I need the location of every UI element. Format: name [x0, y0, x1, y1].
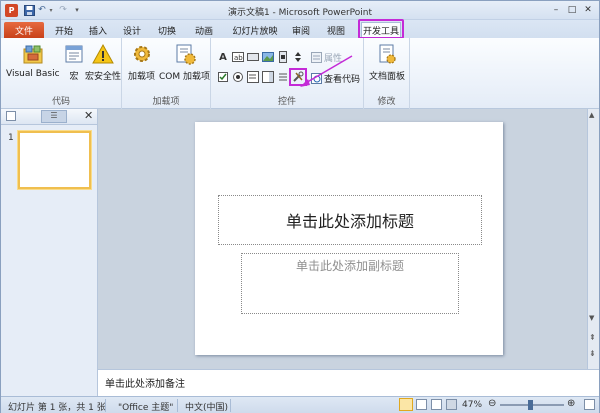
slide-number: 1 — [8, 133, 14, 143]
scroll-down-icon[interactable]: ▼ — [589, 314, 594, 322]
group-controls-label: 控件 — [277, 97, 296, 107]
group-addins-label: 加载项 — [152, 97, 180, 107]
scroll-up-icon[interactable]: ▲ — [589, 111, 594, 119]
zoom-level[interactable]: 47% — [462, 400, 482, 410]
tab-file[interactable]: 文件 — [4, 22, 44, 38]
status-separator — [105, 399, 106, 412]
tab-animations[interactable]: 动画 — [189, 22, 219, 38]
previous-slide-icon[interactable]: ⇞ — [589, 333, 596, 342]
fit-to-window-icon[interactable] — [584, 399, 595, 410]
subtitle-placeholder[interactable]: 单击此处添加副标题 — [241, 253, 459, 314]
title-bar: P ↶ ▾ ↷ ▾ 演示文稿1 - Microsoft PowerPoint –… — [1, 1, 599, 20]
zoom-slider-thumb[interactable] — [528, 400, 533, 410]
group-code-label: 代码 — [51, 97, 70, 107]
slide-thumbnail[interactable] — [18, 131, 91, 189]
maximize-icon[interactable]: □ — [565, 4, 579, 16]
slide-editor: 单击此处添加标题 单击此处添加副标题 ▲ ▼ ⇞ ⇟ — [98, 109, 599, 369]
reading-view-icon[interactable] — [431, 399, 442, 410]
status-separator — [230, 399, 231, 412]
warning-icon — [91, 42, 115, 66]
visual-basic-label: Visual Basic — [6, 69, 60, 79]
slides-pane-header: ☰ ✕ — [1, 109, 97, 125]
document-panel-icon — [375, 42, 399, 66]
notes-placeholder: 单击此处添加备注 — [105, 379, 185, 390]
toggle-control-icon[interactable] — [277, 71, 289, 83]
scrollbar-control-icon[interactable] — [277, 51, 289, 63]
group-modify: 文档面板 修改 — [364, 38, 410, 109]
tab-view[interactable]: 视图 — [322, 22, 350, 38]
status-bar: 幻灯片 第 1 张，共 1 张 "Office 主题" 中文(中国) 47% ⊖… — [1, 396, 599, 413]
notes-pane[interactable]: 单击此处添加备注 — [98, 369, 599, 396]
ribbon: Visual Basic 宏 宏安全性 代码 加载项 COM 加载项 加载项 A… — [1, 38, 599, 109]
textbox-control-icon[interactable]: ab — [232, 51, 244, 63]
close-icon[interactable]: ✕ — [581, 4, 595, 16]
document-panel-button[interactable]: 文档面板 — [369, 42, 405, 82]
option-control-icon[interactable] — [232, 71, 244, 83]
slideshow-icon[interactable] — [446, 399, 457, 410]
com-addins-button[interactable]: COM 加载项 — [159, 42, 210, 82]
visual-basic-icon — [21, 42, 45, 66]
group-addins: 加载项 COM 加载项 加载项 — [122, 38, 211, 109]
combobox-control-icon[interactable] — [262, 71, 274, 83]
language-indicator[interactable]: 中文(中国) — [185, 400, 228, 413]
listbox-control-icon[interactable] — [247, 71, 259, 83]
powerpoint-window: P ↶ ▾ ↷ ▾ 演示文稿1 - Microsoft PowerPoint –… — [0, 0, 600, 413]
button-control-icon[interactable] — [247, 51, 259, 63]
image-control-icon[interactable] — [262, 51, 274, 63]
theme-name[interactable]: "Office 主题" — [118, 400, 173, 413]
tab-insert[interactable]: 插入 — [85, 22, 111, 38]
annotation-arrow — [300, 55, 353, 87]
macro-icon — [62, 42, 86, 66]
slides-pane: ☰ ✕ 1 — [1, 109, 98, 396]
vertical-scrollbar[interactable]: ▲ ▼ ⇞ ⇟ — [587, 109, 599, 369]
close-pane-icon[interactable]: ✕ — [84, 109, 93, 122]
addins-button[interactable]: 加载项 — [128, 42, 155, 82]
com-addins-label: COM 加载项 — [159, 72, 210, 82]
addins-label: 加载项 — [128, 72, 156, 82]
group-code: Visual Basic 宏 宏安全性 代码 — [1, 38, 122, 109]
slide-info: 幻灯片 第 1 张，共 1 张 — [8, 403, 106, 413]
checkbox-control-icon[interactable] — [217, 71, 229, 83]
window-title: 演示文稿1 - Microsoft PowerPoint — [227, 8, 373, 18]
zoom-out-icon[interactable]: ⊖ — [488, 398, 496, 409]
tab-home[interactable]: 开始 — [49, 22, 79, 38]
slide-canvas[interactable]: 单击此处添加标题 单击此处添加副标题 — [195, 122, 503, 355]
tab-review[interactable]: 审阅 — [288, 22, 314, 38]
macro-security-button[interactable]: 宏安全性 — [85, 42, 121, 82]
svg-text:ab: ab — [234, 54, 243, 62]
tab-design[interactable]: 设计 — [119, 22, 145, 38]
macro-security-label: 宏安全性 — [85, 72, 122, 82]
group-modify-label: 修改 — [377, 97, 396, 107]
developer-tab-highlight — [358, 19, 404, 39]
visual-basic-button[interactable]: Visual Basic — [6, 42, 60, 79]
minimize-icon[interactable]: – — [549, 4, 563, 16]
zoom-in-icon[interactable]: ⊕ — [567, 398, 575, 409]
tab-slideshow[interactable]: 幻灯片放映 — [227, 22, 283, 38]
document-panel-label: 文档面板 — [369, 72, 406, 82]
label-control-icon[interactable]: A — [217, 51, 229, 63]
com-addins-icon — [173, 42, 197, 66]
normal-view-icon[interactable] — [399, 398, 413, 411]
slide-sorter-icon[interactable] — [416, 399, 427, 410]
title-placeholder[interactable]: 单击此处添加标题 — [218, 195, 482, 245]
status-separator — [177, 399, 178, 412]
tab-transitions[interactable]: 切换 — [154, 22, 180, 38]
gear-icon — [130, 42, 154, 66]
macros-button[interactable]: 宏 — [62, 42, 86, 82]
ribbon-tabs: 文件 开始 插入 设计 切换 动画 幻灯片放映 审阅 视图 开发工具 ▵ ? — [1, 20, 599, 52]
next-slide-icon[interactable]: ⇟ — [589, 349, 596, 358]
slides-tab-icon[interactable] — [6, 111, 16, 121]
outline-tab-icon[interactable]: ☰ — [41, 110, 67, 123]
macros-label: 宏 — [69, 72, 79, 82]
